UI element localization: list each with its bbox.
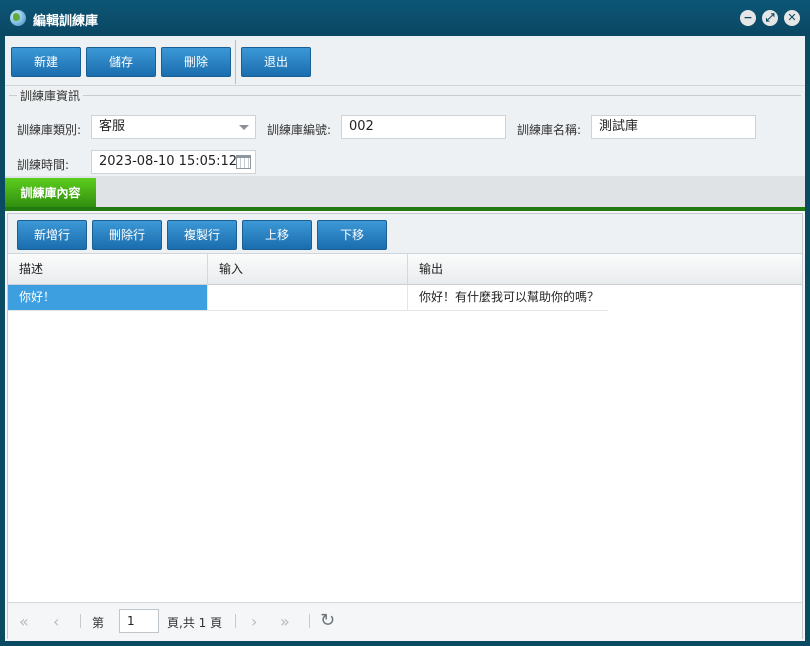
time-label: 訓練時間: — [17, 158, 70, 172]
name-label: 訓練庫名稱: — [517, 123, 582, 137]
delete-row-button[interactable]: 刪除行 — [92, 220, 162, 250]
library-content-panel: 新增行 刪除行 複製行 上移 下移 描述 输入 输出 你好！ 你好！有什麼我可以… — [7, 213, 803, 639]
tab-strip: 訓練庫內容 — [5, 176, 805, 211]
minimize-button[interactable]: − — [740, 10, 756, 26]
globe-icon — [10, 10, 26, 26]
table-row[interactable]: 你好！ 你好！有什麼我可以幫助你的嗎？ — [8, 285, 802, 311]
grid-header: 描述 输入 输出 — [8, 254, 802, 285]
category-label: 訓練庫類別: — [17, 123, 82, 137]
main-toolbar: 新建 儲存 刪除 退出 — [5, 36, 805, 86]
move-down-button[interactable]: 下移 — [317, 220, 387, 250]
exit-button[interactable]: 退出 — [241, 47, 311, 77]
time-value: 2023-08-10 15:05:12 — [99, 154, 238, 169]
library-info-fieldset: 訓練庫資訊 訓練庫類別: 客服 訓練庫編號: 002 訓練庫名稱: 測試庫 訓練… — [5, 86, 805, 176]
pager-divider — [235, 614, 236, 628]
column-header-output[interactable]: 输出 — [408, 254, 802, 285]
time-datepicker[interactable]: 2023-08-10 15:05:12 — [91, 150, 256, 174]
window-title: 編輯訓練庫 — [33, 14, 99, 29]
maximize-button[interactable]: ⤢ — [762, 10, 778, 26]
cell-input[interactable] — [208, 285, 408, 311]
pager-divider — [80, 614, 81, 628]
number-field[interactable]: 002 — [341, 115, 506, 139]
delete-button[interactable]: 刪除 — [161, 47, 231, 77]
tab-underline — [5, 207, 805, 211]
move-up-button[interactable]: 上移 — [242, 220, 312, 250]
calendar-icon[interactable] — [236, 155, 251, 169]
previous-page-icon[interactable]: ‹ — [53, 612, 59, 631]
column-header-description[interactable]: 描述 — [8, 254, 208, 285]
window-titlebar[interactable]: 編輯訓練庫 − ⤢ ✕ — [0, 0, 810, 36]
new-button[interactable]: 新建 — [11, 47, 81, 77]
tab-library-content[interactable]: 訓練庫內容 — [5, 178, 96, 209]
page-number-input[interactable]: 1 — [119, 609, 159, 633]
page-total-text: 頁,共 1 頁 — [167, 616, 223, 630]
number-label: 訓練庫編號: — [267, 123, 332, 137]
page-prefix: 第 — [92, 616, 105, 630]
name-field[interactable]: 測試庫 — [591, 115, 756, 139]
cell-output[interactable]: 你好！有什麼我可以幫助你的嗎？ — [408, 285, 608, 311]
category-value: 客服 — [99, 119, 126, 134]
last-page-icon[interactable]: » — [280, 612, 290, 631]
pager-divider — [309, 614, 310, 628]
pagination-bar: « ‹ 第 1 頁,共 1 頁 › » ↻ — [8, 602, 802, 639]
window-client-area: 新建 儲存 刪除 退出 訓練庫資訊 訓練庫類別: 客服 訓練庫編號: 002 訓… — [5, 36, 805, 641]
next-page-icon[interactable]: › — [251, 612, 257, 631]
grid-toolbar: 新增行 刪除行 複製行 上移 下移 — [8, 214, 802, 254]
cell-description[interactable]: 你好！ — [8, 285, 208, 311]
column-header-input[interactable]: 输入 — [208, 254, 408, 285]
fieldset-legend: 訓練庫資訊 — [17, 87, 84, 104]
toolbar-divider — [235, 40, 236, 84]
fieldset-border — [9, 95, 801, 96]
first-page-icon[interactable]: « — [19, 612, 29, 631]
category-combobox[interactable]: 客服 — [91, 115, 256, 139]
refresh-icon[interactable]: ↻ — [320, 610, 335, 631]
copy-row-button[interactable]: 複製行 — [167, 220, 237, 250]
chevron-down-icon[interactable] — [239, 125, 249, 130]
close-button[interactable]: ✕ — [784, 10, 800, 26]
add-row-button[interactable]: 新增行 — [17, 220, 87, 250]
save-button[interactable]: 儲存 — [86, 47, 156, 77]
edit-training-library-window: 編輯訓練庫 − ⤢ ✕ 新建 儲存 刪除 退出 訓練庫資訊 訓練庫類別: 客服 … — [0, 0, 810, 646]
